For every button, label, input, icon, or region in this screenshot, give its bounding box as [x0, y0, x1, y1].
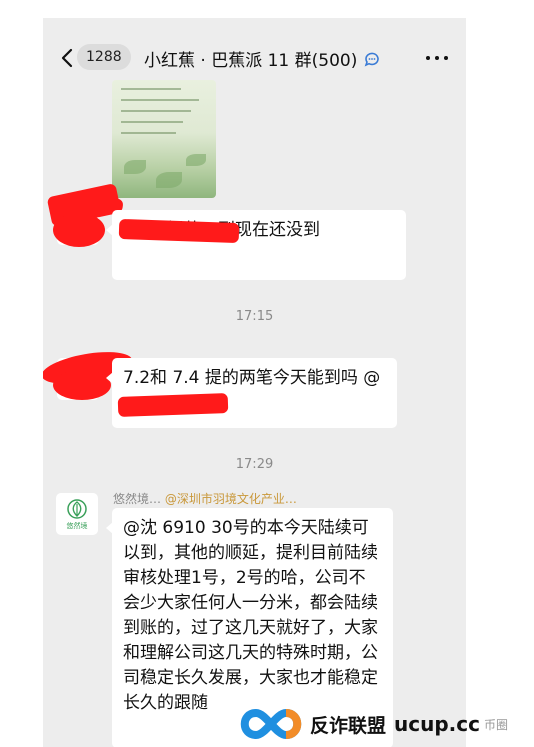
image-message[interactable]	[112, 80, 216, 198]
message-text: @沈 6910 30号的本今天陆续可以到，其他的顺延，提利目前陆续审核处理1号，…	[123, 518, 378, 713]
watermark-brand: 反诈联盟	[310, 714, 387, 737]
timestamp: 17:29	[235, 457, 274, 472]
back-button[interactable]	[57, 46, 77, 70]
infinity-logo-icon	[240, 708, 302, 740]
redaction	[117, 393, 229, 417]
avatar[interactable]: 悠然境	[56, 493, 98, 535]
unread-count-badge[interactable]: 1288	[77, 44, 131, 70]
nav-bar: 1288 小红蕉 · 巴蕉派 11 群(500)	[43, 36, 466, 80]
watermark-faint-text: 币圈	[483, 717, 508, 732]
leaf-logo-icon	[67, 498, 87, 519]
more-icon	[426, 56, 430, 60]
chat-bubble-icon	[365, 52, 380, 66]
chat-title-text: 小红蕉 · 巴蕉派 11 群(500)	[144, 51, 358, 71]
more-button[interactable]	[426, 48, 448, 68]
redaction	[53, 213, 105, 247]
sender-org: @深圳市羽境文化产业…	[164, 492, 297, 506]
avatar-label: 悠然境	[66, 521, 88, 530]
chat-screen: 1288 小红蕉 · 巴蕉派 11 群(500) 7.1日提的，到现在还没到 1…	[43, 18, 466, 747]
chevron-left-icon	[61, 48, 73, 68]
chat-title: 小红蕉 · 巴蕉派 11 群(500)	[144, 46, 381, 71]
redaction	[53, 370, 111, 400]
watermark-url: ucup.cc	[394, 712, 480, 736]
sender-label: 悠然境… @深圳市羽境文化产业…	[113, 490, 297, 507]
redaction	[118, 218, 240, 244]
watermark: 反诈联盟 ucup.cc 币圈	[236, 704, 508, 744]
message-text: 7.2和 7.4 提的两笔今天能到吗 @	[123, 368, 381, 388]
sender-name: 悠然境…	[113, 492, 162, 506]
message-bubble[interactable]: 7.2和 7.4 提的两笔今天能到吗 @	[106, 358, 397, 428]
timestamp: 17:15	[235, 309, 274, 324]
